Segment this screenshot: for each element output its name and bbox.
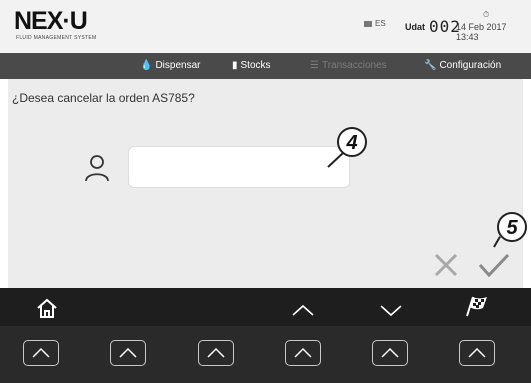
nav-stocks[interactable]: ▮ Stocks [232, 53, 271, 79]
operator-input[interactable] [128, 146, 350, 188]
logo-subtitle: FLUID MANAGEMENT SYSTEM [16, 35, 97, 41]
softkey-1[interactable] [23, 340, 59, 366]
chevron-up-icon [32, 347, 50, 358]
cancel-order-question: ¿Desea cancelar la orden AS785? [12, 91, 195, 105]
arrow-down-icon[interactable] [378, 298, 404, 322]
chevron-up-icon [119, 347, 137, 358]
callout-4: 4 [337, 127, 367, 157]
softkey-4[interactable] [285, 340, 321, 366]
keypad-icon-row [0, 288, 531, 326]
flag-icon [364, 20, 372, 27]
softkey-6[interactable] [459, 340, 495, 366]
list-icon: ☰ [310, 60, 319, 71]
language-label: ES [375, 19, 386, 28]
wrench-icon: 🔧 [424, 60, 437, 71]
checkered-flag-icon[interactable] [464, 294, 490, 318]
nav-configuracion-label: Configuración [439, 60, 502, 71]
softkey-3[interactable] [198, 340, 234, 366]
nav-dispensar-label: Dispensar [155, 60, 201, 71]
language-selector[interactable]: ES [364, 19, 386, 28]
chevron-up-icon [207, 347, 225, 358]
header-bar: NEX·U FLUID MANAGEMENT SYSTEM ES Udat 002… [0, 0, 531, 53]
chevron-up-icon [468, 347, 486, 358]
nexu-logo: NEX·U [14, 7, 88, 35]
nav-transacciones-label: Transacciones [321, 60, 387, 71]
arrow-up-icon[interactable] [290, 298, 316, 322]
nav-stocks-label: Stocks [240, 60, 271, 71]
datetime: 14 Feb 2017 13:43 [456, 22, 507, 42]
home-icon[interactable] [34, 296, 60, 320]
main-nav: 💧 Dispensar ▮ Stocks ☰ Transacciones 🔧 Confi… [0, 53, 531, 79]
user-icon [85, 155, 109, 182]
clock-icon: ⏱ [483, 10, 490, 19]
drop-icon: 💧 [140, 60, 153, 71]
udat-indicator: Udat 002 [405, 17, 461, 36]
nav-dispensar[interactable]: 💧 Dispensar [140, 53, 200, 79]
udat-label: Udat [405, 22, 425, 32]
softkey-5[interactable] [372, 340, 408, 366]
barrel-icon: ▮ [232, 60, 238, 71]
chevron-up-icon [294, 347, 312, 358]
cancel-x-button[interactable] [431, 250, 461, 280]
chevron-up-icon [381, 347, 399, 358]
softkey-2[interactable] [110, 340, 146, 366]
confirm-check-button[interactable] [477, 250, 511, 280]
callout-5: 5 [497, 212, 527, 242]
nav-transacciones: ☰ Transacciones [310, 53, 387, 79]
nav-configuracion[interactable]: 🔧 Configuración [424, 53, 501, 79]
